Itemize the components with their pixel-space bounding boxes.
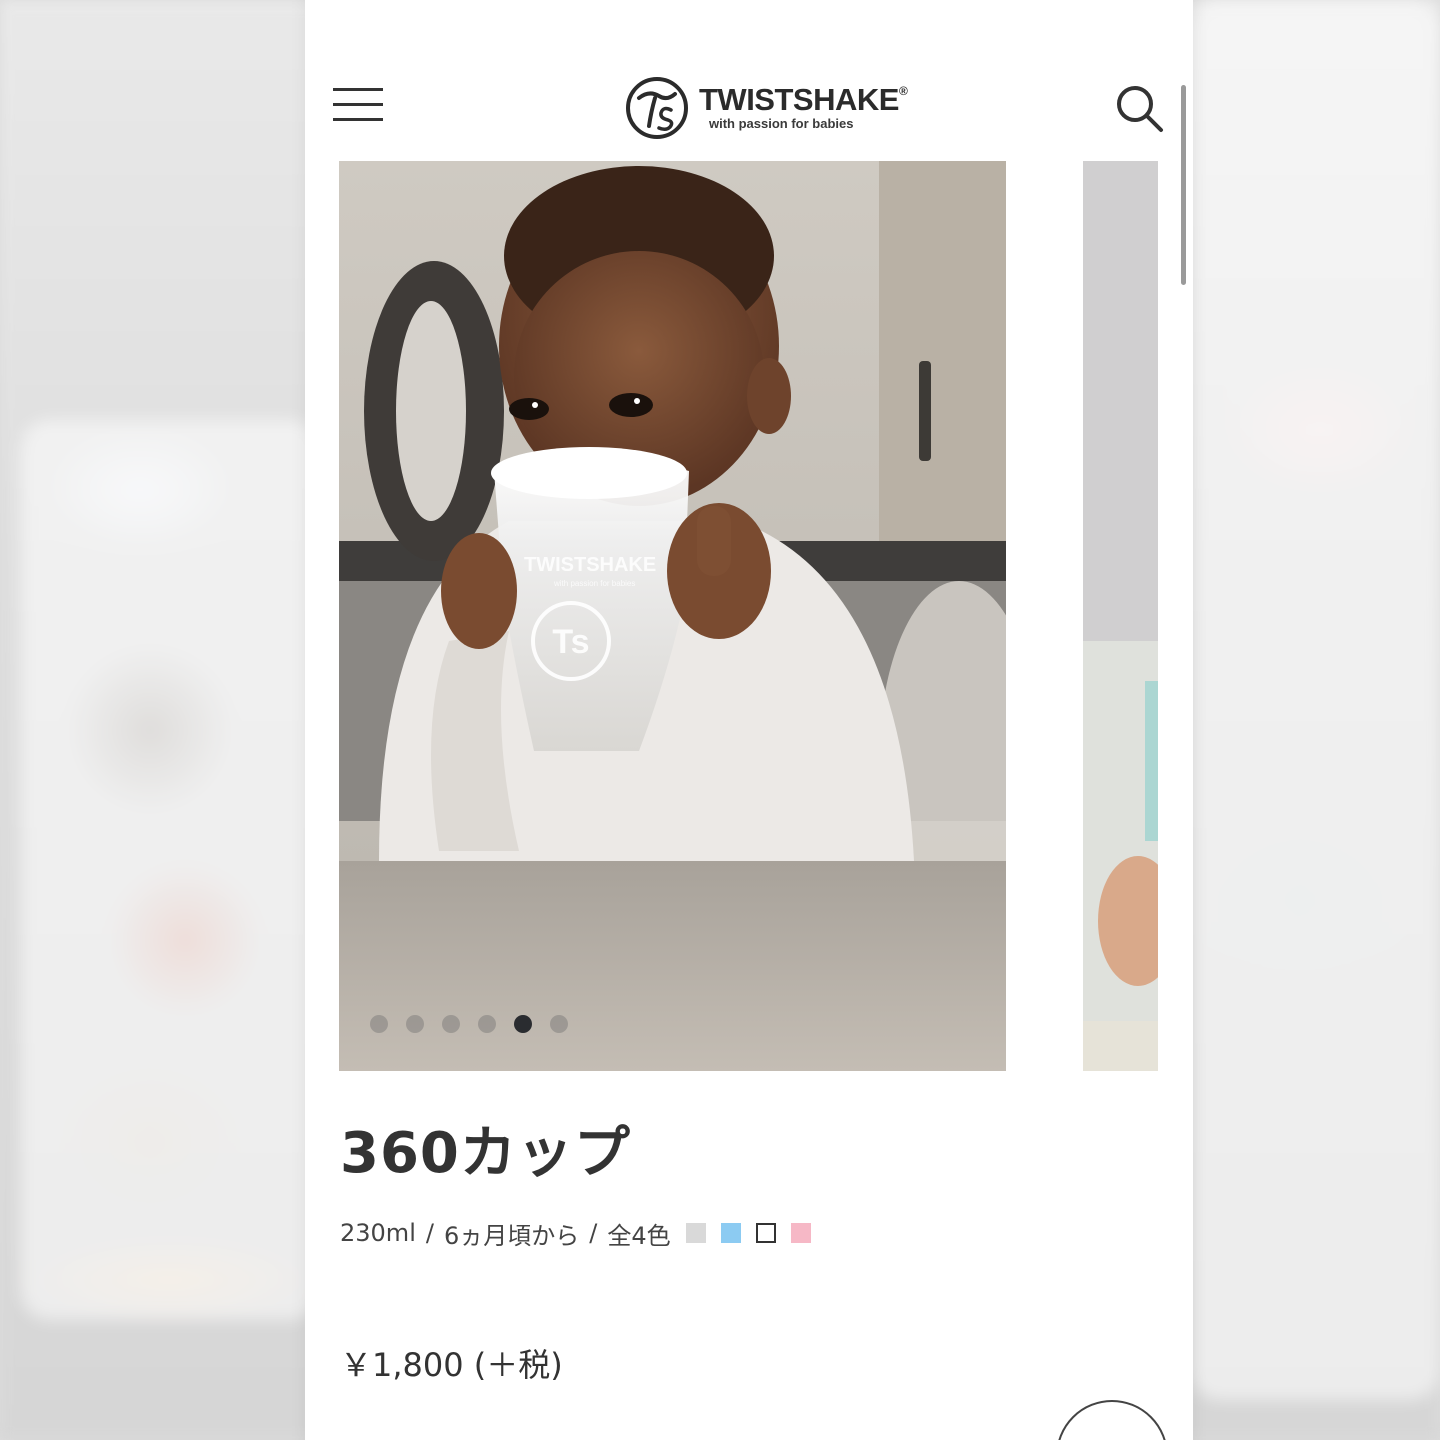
- product-price: ￥1,800 (＋税): [340, 1346, 563, 1384]
- hamburger-menu-icon[interactable]: [333, 82, 385, 124]
- carousel-dot[interactable]: [442, 1015, 460, 1033]
- carousel-dot[interactable]: [370, 1015, 388, 1033]
- logo-wordmark: TWISTSHAKE®: [699, 82, 908, 117]
- carousel-dot[interactable]: [406, 1015, 424, 1033]
- product-colors-label: 全4色: [607, 1221, 671, 1250]
- spec-separator: /: [425, 1219, 434, 1247]
- color-swatch-pink[interactable]: [790, 1223, 811, 1243]
- carousel-pagination: [370, 1015, 568, 1033]
- cup-print-name: TWISTSHAKE: [524, 554, 656, 576]
- product-capacity: 230ml: [340, 1219, 416, 1247]
- menu-line: [333, 103, 383, 106]
- product-title: 360カップ: [340, 1121, 631, 1186]
- color-swatch-gray[interactable]: [685, 1223, 706, 1243]
- cup-print-monogram: Ts: [552, 623, 589, 661]
- product-photo: Ts TWISTSHAKE with passion for babies: [339, 161, 1006, 1071]
- carousel-dot-active[interactable]: [514, 1015, 532, 1033]
- cup-print-tagline: with passion for babies: [553, 579, 635, 588]
- carousel-dot[interactable]: [550, 1015, 568, 1033]
- product-age: 6ヵ月頃から: [443, 1221, 580, 1250]
- color-swatch-white[interactable]: [755, 1223, 776, 1243]
- twistshake-logo[interactable]: TWISTSHAKE® with passion for babies: [625, 76, 908, 140]
- site-header: TWISTSHAKE® with passion for babies: [305, 60, 1193, 160]
- next-product-image-slide[interactable]: [1083, 161, 1158, 1071]
- twistshake-logo-mark: [626, 77, 688, 139]
- spec-separator: /: [589, 1219, 598, 1247]
- logo-tagline: with passion for babies: [709, 116, 854, 131]
- blurred-background-card-right: [1190, 0, 1440, 1400]
- search-icon[interactable]: [1113, 82, 1165, 134]
- blurred-background-card-left: [20, 420, 320, 1320]
- product-image-slide[interactable]: Ts TWISTSHAKE with passion for babies: [339, 161, 1006, 1071]
- next-product-photo: [1083, 161, 1158, 1071]
- menu-line: [333, 88, 383, 91]
- color-swatch-blue[interactable]: [720, 1223, 741, 1243]
- product-specs: 230ml / 6ヵ月頃から / 全4色: [340, 1216, 811, 1250]
- menu-line: [333, 118, 383, 121]
- carousel-dot[interactable]: [478, 1015, 496, 1033]
